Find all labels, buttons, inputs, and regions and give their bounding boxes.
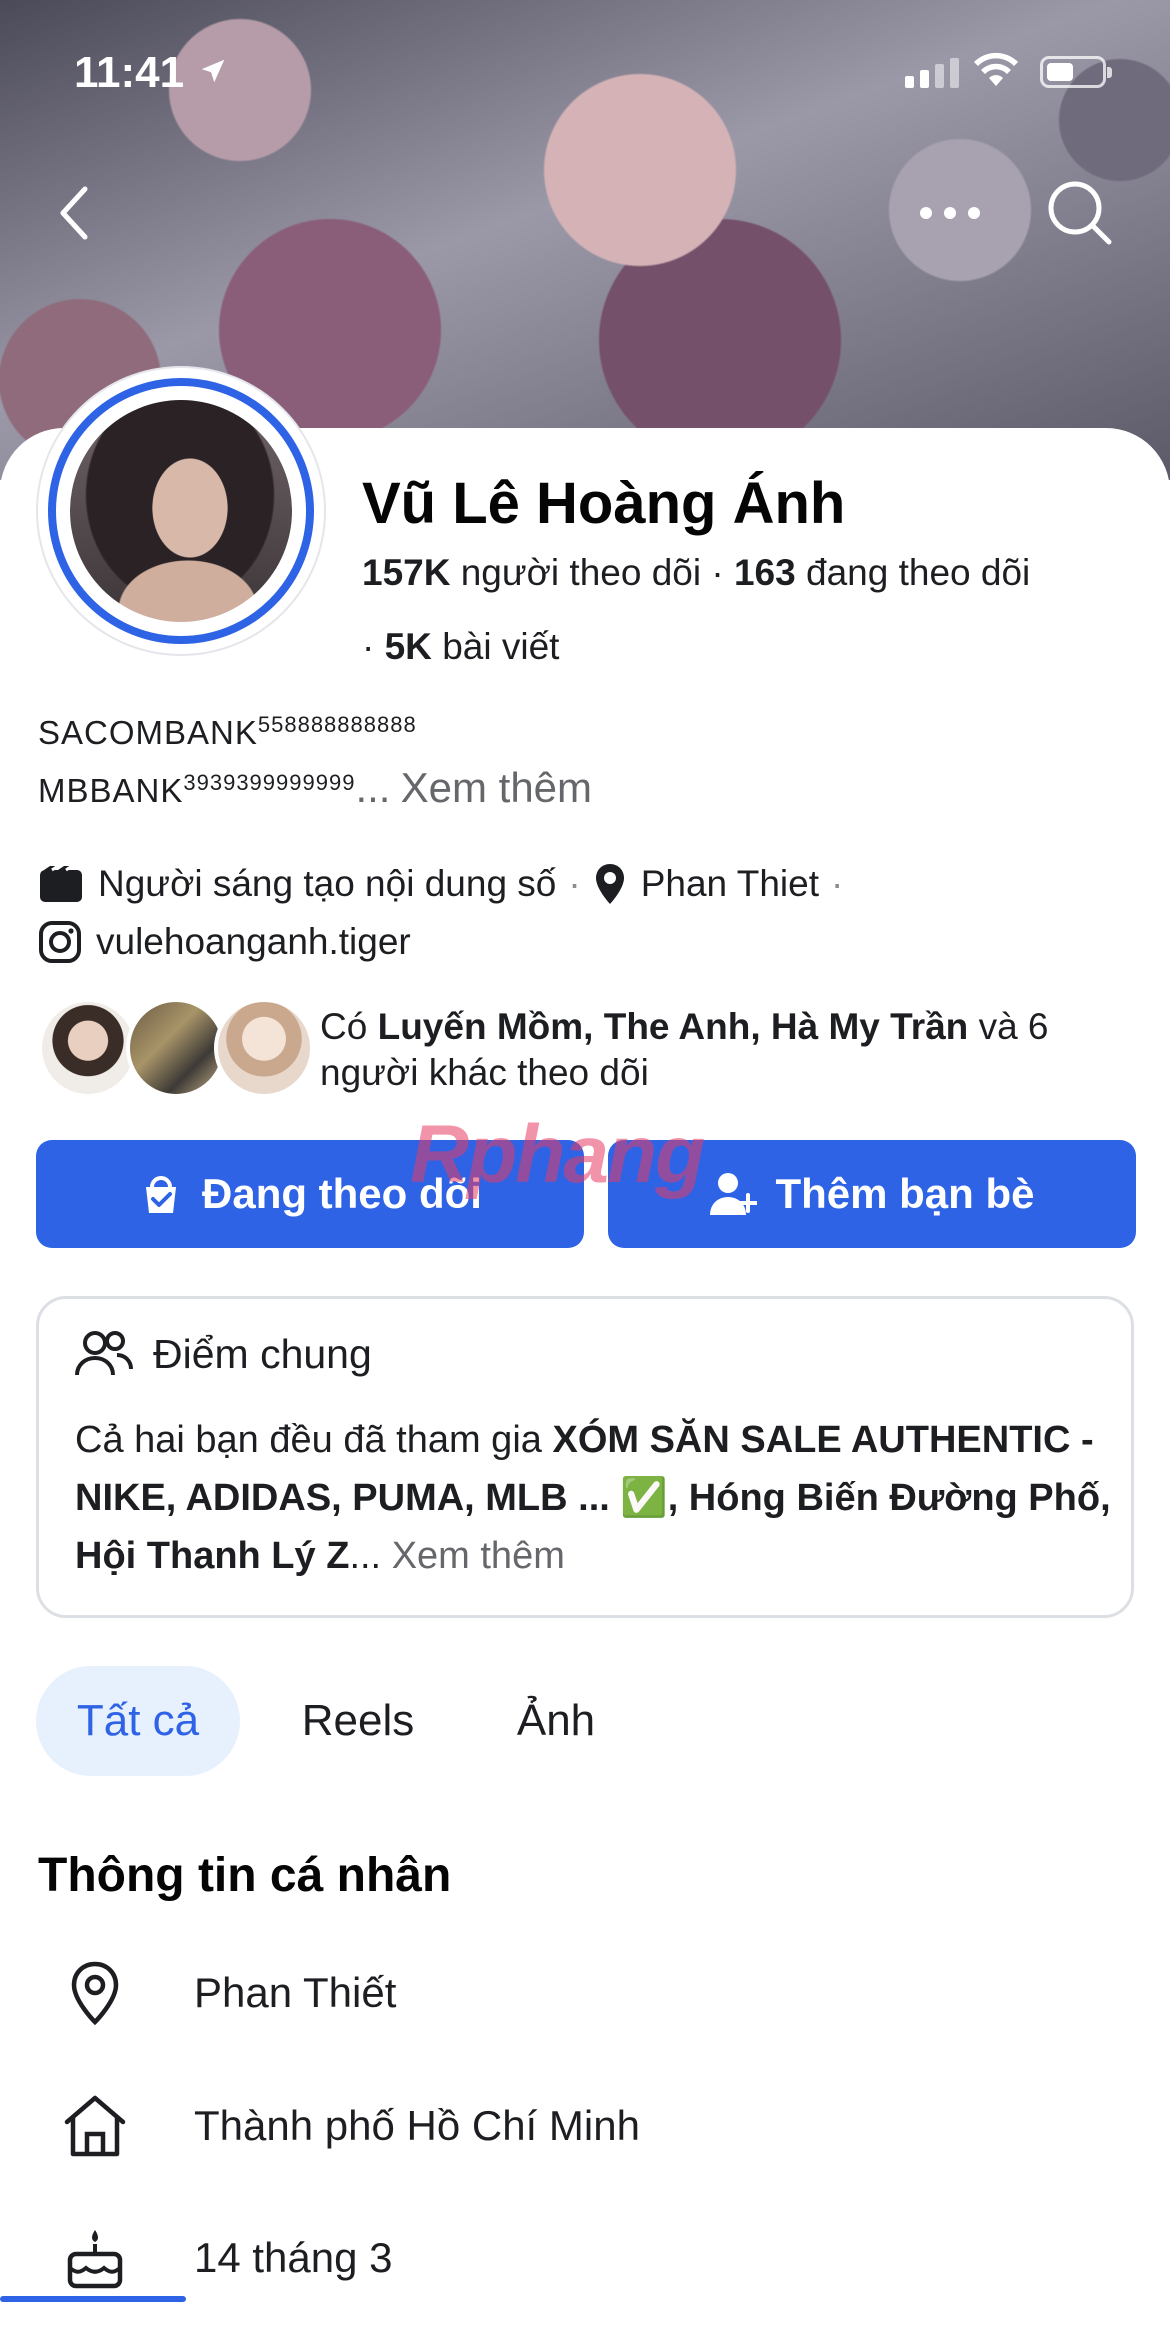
more-options-button[interactable]	[910, 180, 990, 250]
profile-stats-line2: · 5K bài viết	[362, 626, 559, 668]
location-arrow-icon	[198, 56, 228, 91]
posts-label: bài viết	[442, 626, 560, 667]
things-in-common-header: Điểm chung	[75, 1329, 372, 1379]
more-dots-icon	[918, 205, 982, 226]
profile-avatar[interactable]	[38, 368, 324, 654]
chevron-left-icon	[55, 183, 95, 248]
status-time: 11:41	[74, 48, 185, 97]
bio-line-1: SACOMBANK558888888888	[38, 712, 417, 752]
profile-name: Vũ Lê Hoàng Ánh	[362, 471, 846, 536]
posts-count: 5K	[384, 626, 432, 667]
personal-info-location-text: Phan Thiết	[194, 1969, 397, 2016]
tab-reels[interactable]: Reels	[240, 1666, 476, 1776]
things-in-common-text: Cả hai bạn đều đã tham gia XÓM SĂN SALE …	[75, 1419, 1111, 1577]
tab-scroll-indicator	[0, 2296, 186, 2302]
map-pin-filled-icon	[593, 862, 627, 906]
profile-stats-line1: 157K người theo dõi · 163 đang theo dõi	[362, 552, 1030, 594]
things-in-common-card[interactable]: Điểm chung Cả hai bạn đều đã tham gia XÓ…	[36, 1296, 1134, 1618]
personal-info-title: Thông tin cá nhân	[38, 1849, 452, 1902]
category-text: Người sáng tạo nội dung số	[98, 863, 557, 904]
instagram-handle-link[interactable]: vulehoanganh.tiger	[96, 921, 411, 963]
following-button-label: Đang theo dõi	[202, 1170, 482, 1217]
add-friend-button-label: Thêm bạn bè	[775, 1170, 1035, 1217]
avatar-image	[70, 400, 292, 622]
bio-bank-1: SACOMBANK	[38, 714, 258, 751]
bio-line-2: MBBANK3939399999999... Xem thêm	[38, 764, 592, 812]
mutual-avatar	[214, 998, 314, 1098]
bio-see-more-link[interactable]: Xem thêm	[401, 764, 592, 811]
add-friend-button[interactable]: Thêm bạn bè	[608, 1140, 1136, 1248]
common-see-more-link[interactable]: Xem thêm	[392, 1535, 565, 1577]
search-icon	[1045, 178, 1115, 253]
following-check-icon	[138, 1171, 184, 1217]
mutual-avatar	[38, 998, 138, 1098]
back-button[interactable]	[40, 180, 110, 250]
intro-line-2: vulehoanganh.tiger	[38, 920, 411, 964]
following-label[interactable]: đang theo dõi	[806, 552, 1030, 593]
home-icon	[58, 2094, 132, 2158]
instagram-icon	[38, 920, 82, 964]
personal-info-row-hometown[interactable]: Thành phố Hồ Chí Minh	[58, 2094, 640, 2158]
intro-line-1: Người sáng tạo nội dung số · Phan Thiet …	[38, 862, 855, 906]
things-in-common-title: Điểm chung	[153, 1330, 372, 1377]
mutual-names: Luyến Mồm, The Anh, Hà My Trần	[377, 1006, 969, 1047]
personal-info-birthday-text: 14 tháng 3	[194, 2234, 393, 2281]
stats-separator: ·	[362, 626, 385, 667]
search-button[interactable]	[1040, 175, 1120, 255]
personal-info-row-birthday[interactable]: 14 tháng 3	[58, 2226, 393, 2290]
personal-info-row-location[interactable]: Phan Thiết	[58, 1960, 396, 2026]
cellular-signal-icon	[905, 58, 959, 88]
mutual-avatars[interactable]	[38, 998, 314, 1098]
mutual-avatar	[126, 998, 226, 1098]
following-button[interactable]: Đang theo dõi	[36, 1140, 584, 1248]
bio-bank-2-number: 3939399999999	[183, 770, 356, 795]
location-text[interactable]: Phan Thiet	[641, 863, 819, 905]
tab-photos[interactable]: Ảnh	[476, 1666, 636, 1776]
bio-bank-2: MBBANK	[38, 772, 184, 809]
stats-separator: ·	[711, 552, 734, 593]
wifi-icon	[972, 52, 1020, 93]
map-pin-icon	[58, 1960, 132, 2026]
followers-count[interactable]: 157K	[362, 552, 450, 593]
followers-label[interactable]: người theo dõi	[461, 552, 701, 593]
status-bar: 11:41	[0, 0, 1170, 140]
clapperboard-icon	[38, 864, 84, 904]
bio-ellipsis: ...	[355, 764, 391, 811]
tab-all[interactable]: Tất cả	[36, 1666, 240, 1776]
people-icon	[75, 1329, 133, 1379]
bio-bank-1-number: 558888888888	[257, 712, 417, 737]
profile-tabs: Tất cả Reels Ảnh	[36, 1666, 636, 1776]
following-count[interactable]: 163	[734, 552, 796, 593]
story-ring	[48, 378, 314, 644]
personal-info-hometown-text: Thành phố Hồ Chí Minh	[194, 2102, 640, 2149]
birthday-cake-icon	[58, 2226, 132, 2290]
battery-icon	[1040, 56, 1112, 88]
add-friend-icon	[709, 1171, 758, 1217]
mutual-followers-text[interactable]: Có Luyến Mồm, The Anh, Hà My Trần và 6 n…	[320, 1004, 1140, 1096]
